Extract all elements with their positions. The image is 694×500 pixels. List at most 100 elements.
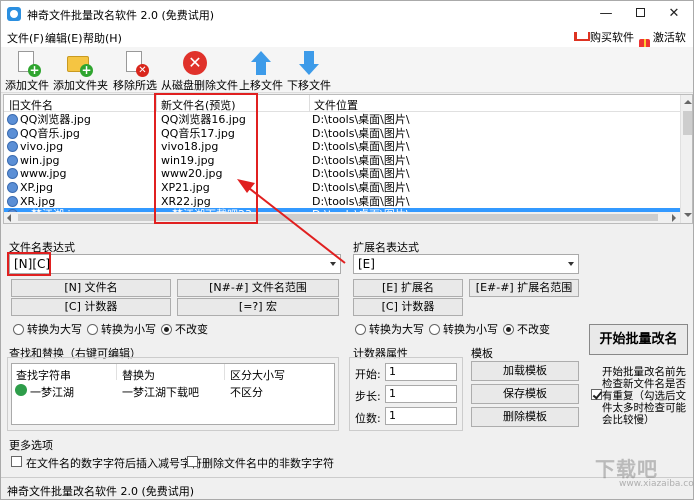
buy-label: 购买软件 <box>590 31 634 44</box>
file-row[interactable]: vivo.jpg vivo18.jpg D:\tools\桌面\图片\ <box>4 140 680 154</box>
location: D:\tools\桌面\图片\ <box>312 181 410 194</box>
watermark-url: www.xiazaiba.com <box>619 479 694 489</box>
menu-file[interactable]: 文件(F) <box>7 30 44 46</box>
insert-ext-counter-button[interactable]: [C] 计数器 <box>353 298 463 316</box>
move-up-label: 上移文件 <box>239 79 283 92</box>
file-row[interactable]: QQ音乐.jpg QQ音乐17.jpg D:\tools\桌面\图片\ <box>4 127 680 141</box>
counter-start-label: 开始: <box>355 368 381 381</box>
minimize-button[interactable]: — <box>589 3 623 25</box>
precheck-checkbox[interactable] <box>591 389 602 400</box>
delete-from-disk-button[interactable]: ✕ 从磁盘删除文件 <box>161 49 238 92</box>
scroll-up-icon[interactable] <box>684 100 692 104</box>
insert-ext-button[interactable]: [E] 扩展名 <box>353 279 463 297</box>
add-folder-button[interactable]: + 添加文件夹 <box>53 49 108 92</box>
remove-nondigit-checkbox[interactable] <box>187 456 198 467</box>
insert-name-button[interactable]: [N] 文件名 <box>11 279 171 297</box>
old-name: XR.jpg <box>20 194 56 208</box>
more-options-label: 更多选项 <box>9 439 53 452</box>
ext-radio-upper[interactable]: 转换为大写 <box>355 321 424 337</box>
arrow-up-icon <box>249 51 273 75</box>
radio-label: 转换为大写 <box>27 323 82 336</box>
col-location[interactable]: 文件位置 <box>314 97 358 113</box>
menu-help[interactable]: 帮助(H) <box>83 30 122 46</box>
vertical-scrollbar[interactable] <box>680 95 692 223</box>
ext-expr-combo[interactable]: [E] <box>353 254 579 274</box>
insert-counter-button[interactable]: [C] 计数器 <box>11 298 171 316</box>
chevron-down-icon[interactable] <box>330 262 336 266</box>
menu-edit[interactable]: 编辑(E) <box>45 30 83 46</box>
remove-selected-button[interactable]: ✕ 移除所选 <box>113 49 157 92</box>
rule-case[interactable]: 不区分 <box>230 384 263 400</box>
col-case: 区分大小写 <box>230 369 285 382</box>
ext-radio-keep[interactable]: 不改变 <box>503 321 550 337</box>
move-down-button[interactable]: 下移文件 <box>287 49 331 92</box>
name-expr-combo[interactable]: [N][C] <box>9 254 341 274</box>
ext-expr-label: 扩展名表达式 <box>353 241 419 254</box>
file-row[interactable]: XR.jpg XR22.jpg D:\tools\桌面\图片\ <box>4 195 680 209</box>
remove-file-icon: ✕ <box>123 51 149 77</box>
start-batch-rename-button[interactable]: 开始批量改名 <box>589 324 688 355</box>
find-replace-table[interactable]: 查找字符串 替换为 区分大小写 一梦江湖 一梦江湖下载吧 不区分 <box>11 363 335 425</box>
file-row[interactable]: QQ浏览器.jpg QQ浏览器16.jpg D:\tools\桌面\图片\ <box>4 113 680 127</box>
scroll-down-icon[interactable] <box>684 213 692 217</box>
expr-highlight-box <box>7 252 51 276</box>
toolbar: + 添加文件 + 添加文件夹 ✕ 移除所选 ✕ 从磁盘删除文件 上移文件 下移文… <box>1 47 693 93</box>
close-button[interactable]: ✕ <box>657 3 691 25</box>
app-window: 神奇文件批量改名软件 2.0 (免费试用) — ✕ 文件(F) 编辑(E) 帮助… <box>0 0 694 500</box>
counter-start-input[interactable]: 1 <box>385 363 457 381</box>
ext-radio-lower[interactable]: 转换为小写 <box>429 321 498 337</box>
h-scroll-thumb[interactable] <box>18 214 658 221</box>
file-row[interactable]: www.jpg www20.jpg D:\tools\桌面\图片\ <box>4 167 680 181</box>
scroll-thumb[interactable] <box>683 111 692 135</box>
app-logo-icon <box>7 7 21 21</box>
name-radio-keep[interactable]: 不改变 <box>161 321 208 337</box>
chevron-down-icon[interactable] <box>568 262 574 266</box>
old-name: vivo.jpg <box>20 140 64 154</box>
title-bar: 神奇文件批量改名软件 2.0 (免费试用) — ✕ <box>1 1 693 27</box>
counter-digits-label: 位数: <box>355 412 381 425</box>
col-old-name[interactable]: 旧文件名 <box>9 97 53 113</box>
counter-step-label: 步长: <box>355 390 381 403</box>
location: D:\tools\桌面\图片\ <box>312 194 410 208</box>
radio-label: 转换为小写 <box>101 323 156 336</box>
add-file-button[interactable]: + 添加文件 <box>5 49 49 92</box>
image-file-icon <box>7 195 18 207</box>
delete-disk-icon: ✕ <box>183 51 207 75</box>
maximize-icon <box>635 8 645 17</box>
radio-icon <box>429 323 440 335</box>
ext-expr-value: [E] <box>358 257 375 271</box>
name-radio-lower[interactable]: 转换为小写 <box>87 321 156 337</box>
horizontal-scrollbar[interactable] <box>4 212 680 223</box>
save-template-button[interactable]: 保存模板 <box>471 384 579 404</box>
scroll-right-icon[interactable] <box>672 214 676 222</box>
location: D:\tools\桌面\图片\ <box>312 113 410 126</box>
image-file-icon <box>7 154 18 166</box>
insert-name-range-button[interactable]: [N#-#] 文件名范围 <box>177 279 339 297</box>
watermark-logo: 下载吧 <box>595 457 658 481</box>
delete-template-button[interactable]: 删除模板 <box>471 407 579 427</box>
file-row[interactable]: win.jpg win19.jpg D:\tools\桌面\图片\ <box>4 154 680 168</box>
buy-software-link[interactable]: 购买软件 <box>573 29 634 45</box>
maximize-button[interactable] <box>623 3 657 25</box>
name-radio-upper[interactable]: 转换为大写 <box>13 321 82 337</box>
file-row[interactable]: XP.jpg XP21.jpg D:\tools\桌面\图片\ <box>4 181 680 195</box>
move-up-button[interactable]: 上移文件 <box>239 49 283 92</box>
add-folder-label: 添加文件夹 <box>53 79 108 92</box>
scroll-left-icon[interactable] <box>7 214 11 222</box>
location: D:\tools\桌面\图片\ <box>312 167 410 181</box>
rule-replace[interactable]: 一梦江湖下载吧 <box>122 384 199 400</box>
radio-label: 转换为小写 <box>443 323 498 336</box>
insert-dash-checkbox[interactable] <box>11 456 22 467</box>
counter-digits-input[interactable]: 1 <box>385 407 457 425</box>
rule-find[interactable]: 一梦江湖 <box>30 384 74 400</box>
insert-ext-range-button[interactable]: [E#-#] 扩展名范围 <box>469 279 579 297</box>
old-name: QQ音乐.jpg <box>20 126 80 140</box>
rule-icon <box>15 384 27 396</box>
load-template-button[interactable]: 加载模板 <box>471 361 579 381</box>
file-list[interactable]: 旧文件名 新文件名(预览) 文件位置 QQ浏览器.jpg QQ浏览器16.jpg D… <box>3 94 693 224</box>
radio-icon <box>87 323 98 335</box>
insert-dash-label: 在文件名的数字字符后插入减号字符 <box>26 457 202 470</box>
insert-macro-button[interactable]: [=?] 宏 <box>177 298 339 316</box>
counter-step-input[interactable]: 1 <box>385 385 457 403</box>
templates-label: 模板 <box>471 347 493 360</box>
